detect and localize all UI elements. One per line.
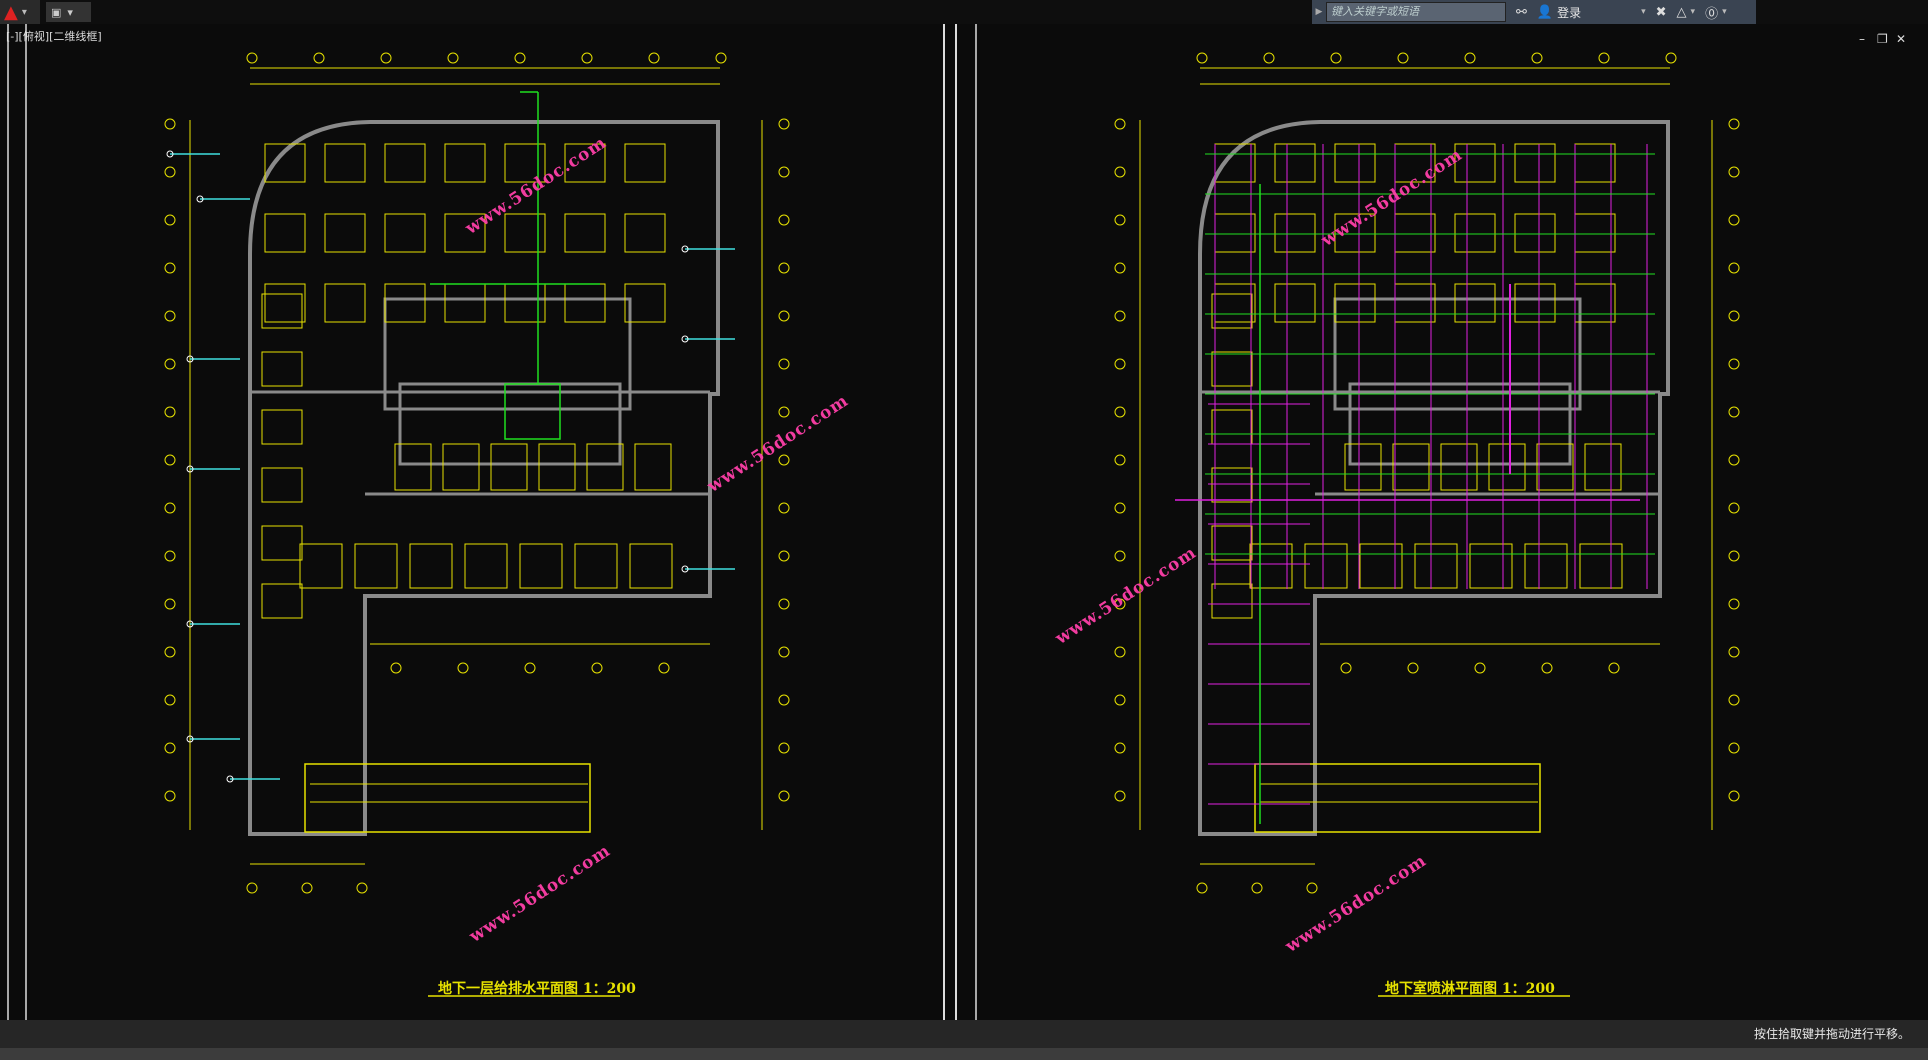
help-icon[interactable]: ⓪ (1705, 3, 1718, 22)
status-bar (0, 1020, 1928, 1048)
drawing-area[interactable] (0, 24, 1928, 1020)
triangle-a-icon[interactable]: △ (1677, 5, 1687, 20)
left-plan-title: 地下一层给排水平面图 1：200 (438, 981, 636, 997)
quick-access-toolbar[interactable]: ▣ ▾ (46, 2, 91, 22)
minimize-icon[interactable]: – (1859, 32, 1865, 46)
search-toolbar: ▶ ⚯ 👤 登录 ▾ ✖ △ ▾ ⓪ ▾ (1312, 0, 1756, 24)
binoculars-icon[interactable]: ⚯ (1516, 5, 1527, 20)
chevron-down-icon: ▾ (21, 6, 27, 18)
autocad-logo-icon: ▲ (4, 1, 18, 23)
user-icon[interactable]: 👤 (1537, 5, 1553, 20)
chevron-down-icon: ▾ (67, 5, 73, 19)
expand-arrow-icon[interactable]: ▶ (1312, 7, 1326, 17)
bottom-strip (0, 1048, 1928, 1060)
cad-drawing-canvas[interactable] (0, 24, 1928, 1020)
title-bar: ▲ ▾ ▣ ▾ ▶ ⚯ 👤 登录 ▾ ✖ △ ▾ ⓪ ▾ (0, 0, 1928, 24)
quick-access-menu-icon: ▣ (51, 5, 62, 19)
chevron-down-icon[interactable]: ▾ (1722, 7, 1727, 17)
right-plan-title: 地下室喷淋平面图 1：200 (1385, 981, 1555, 997)
status-message: 按住拾取键并拖动进行平移。 (1753, 1027, 1910, 1041)
close-icon[interactable]: ✕ (1896, 32, 1906, 46)
exchange-icon[interactable]: ✖ (1656, 5, 1667, 20)
search-input[interactable] (1326, 2, 1506, 22)
chevron-down-icon[interactable]: ▾ (1641, 7, 1646, 17)
application-menu-button[interactable]: ▲ ▾ (0, 0, 40, 24)
login-button[interactable]: 登录 (1557, 4, 1637, 21)
drawing-background (0, 24, 1928, 1020)
restore-icon[interactable]: ❐ (1877, 32, 1888, 46)
viewport-label[interactable]: [-][俯视][二维线框] (6, 28, 102, 44)
chevron-down-icon[interactable]: ▾ (1691, 7, 1696, 17)
